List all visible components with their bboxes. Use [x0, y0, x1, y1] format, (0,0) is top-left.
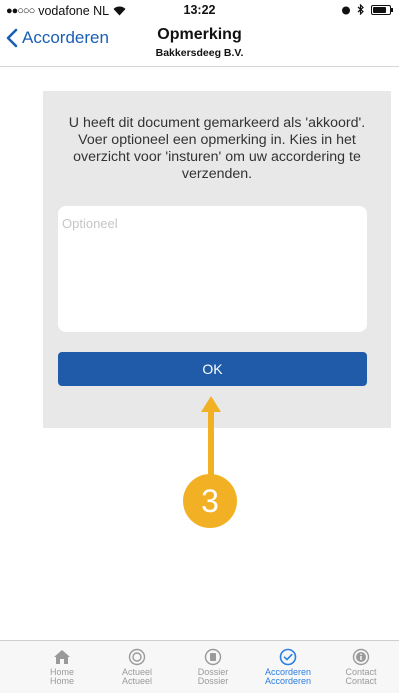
tab-contact-label-echo: Contact	[345, 676, 377, 686]
status-icons	[341, 4, 393, 15]
tab-bar: Home Home Actueel Actueel Dossier Dossie…	[0, 640, 399, 693]
nav-title-group: Opmerking Bakkersdeeg B.V.	[0, 26, 399, 59]
tab-actueel[interactable]: Actueel Actueel	[102, 646, 172, 686]
bluetooth-icon	[357, 4, 364, 15]
annotation-arrow-icon	[201, 396, 221, 479]
home-icon	[54, 650, 70, 664]
tab-contact[interactable]: Contact Contact	[326, 646, 396, 686]
dossier-icon	[204, 648, 222, 666]
tab-dossier[interactable]: Dossier Dossier	[178, 646, 248, 686]
navigation-bar: Accorderen Opmerking Bakkersdeeg B.V.	[0, 20, 399, 67]
tab-accorderen[interactable]: Accorderen Accorderen	[253, 646, 323, 686]
page-subtitle: Bakkersdeeg B.V.	[155, 47, 244, 59]
info-icon	[352, 648, 370, 666]
tab-accorderen-label-echo: Accorderen	[264, 676, 312, 686]
remark-input[interactable]	[58, 206, 367, 332]
instruction-message: U heeft dit document gemarkeerd als 'akk…	[68, 115, 366, 182]
tab-home[interactable]: Home Home	[27, 646, 97, 686]
page-title: Opmerking	[157, 26, 242, 43]
status-time: 13:22	[183, 3, 216, 17]
actueel-icon	[128, 648, 146, 666]
remark-panel: U heeft dit document gemarkeerd als 'akk…	[43, 91, 391, 428]
tab-home-label-echo: Home	[49, 676, 74, 686]
check-circle-icon	[279, 648, 297, 666]
battery-icon	[371, 4, 393, 15]
ok-button[interactable]: OK	[58, 352, 367, 386]
tab-dossier-label-echo: Dossier	[197, 676, 229, 686]
tab-actueel-label-echo: Actueel	[121, 676, 153, 686]
alarm-icon	[342, 6, 350, 14]
step-number-badge: 3	[183, 474, 237, 528]
status-bar: ●●○○○ vodafone NL 13:22	[0, 0, 399, 20]
